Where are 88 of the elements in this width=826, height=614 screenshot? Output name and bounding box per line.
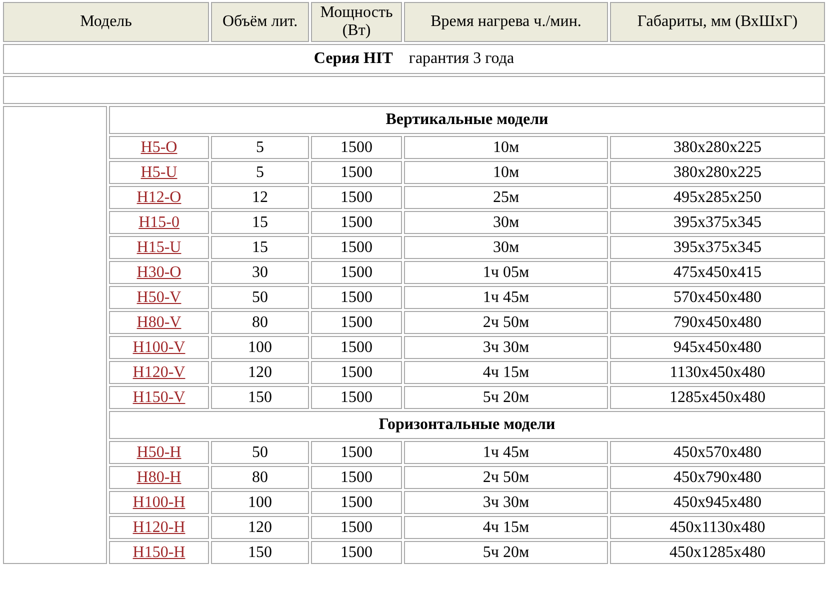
model-link[interactable]: H150-H [132, 544, 186, 560]
model-link[interactable]: H50-V [136, 288, 182, 306]
model-link[interactable]: H100-V [132, 338, 186, 356]
table-cell: 100 [211, 491, 310, 514]
table-cell: 3ч 30м [404, 336, 608, 359]
table-cell: 1500 [311, 261, 402, 284]
table-cell: 120 [211, 516, 310, 539]
table-cell: 450x1285x480 [610, 541, 825, 564]
table-cell: 30 [211, 261, 310, 284]
series-title: Серия HIT гарантия 3 года [314, 50, 514, 67]
table-cell: 450x790x480 [610, 466, 825, 489]
table-cell: 150 [211, 541, 310, 564]
table-cell: 30м [404, 236, 608, 259]
table-cell: 1ч 45м [404, 286, 608, 309]
table-cell: 1500 [311, 286, 402, 309]
column-header: Модель [3, 2, 210, 42]
table-cell: 5 [211, 161, 310, 184]
table-cell: 50 [211, 286, 310, 309]
table-cell: 120 [211, 361, 310, 384]
model-link[interactable]: H120-V [132, 364, 186, 380]
column-header: Время нагрева ч./мин. [404, 2, 608, 42]
table-cell: 5ч 20м [404, 541, 608, 564]
table-cell: 1500 [311, 491, 402, 514]
table-cell: 80 [211, 466, 310, 489]
table-cell: 1130x450x480 [610, 361, 825, 384]
table-cell: 1500 [311, 516, 402, 539]
table-cell: 10м [404, 136, 608, 159]
table-cell: 790x450x480 [610, 311, 825, 334]
table-cell: 570x450x480 [610, 286, 825, 309]
table-cell: 1500 [311, 311, 402, 334]
table-cell: 15 [211, 211, 310, 234]
table-cell: 945x450x480 [610, 336, 825, 359]
table-cell: 1ч 05м [404, 261, 608, 284]
model-link[interactable]: H150-V [132, 388, 186, 406]
table-cell: 5ч 20м [404, 386, 608, 409]
table-cell: 395x375x345 [610, 211, 825, 234]
table-cell: 380x280x225 [610, 136, 825, 159]
model-link[interactable]: H15-0 [138, 214, 180, 230]
table-cell: 2ч 50м [404, 311, 608, 334]
table-cell: 4ч 15м [404, 361, 608, 384]
model-link[interactable]: H80-H [136, 468, 182, 486]
model-link[interactable]: H50-H [136, 444, 182, 460]
model-link[interactable]: H100-H [132, 494, 186, 510]
table-cell: 5 [211, 136, 310, 159]
table-cell: 80 [211, 311, 310, 334]
table-cell: 1500 [311, 441, 402, 464]
table-cell: 2ч 50м [404, 466, 608, 489]
model-link[interactable]: H12-O [136, 188, 182, 206]
table-cell: 10м [404, 161, 608, 184]
table-cell: 1285x450x480 [610, 386, 825, 409]
table-cell: 1500 [311, 161, 402, 184]
column-header: Объём лит. [211, 2, 310, 42]
column-header: Мощность (Вт) [311, 2, 402, 42]
model-link[interactable]: H80-V [136, 314, 182, 330]
table-cell: 25м [404, 186, 608, 209]
table-cell: 1ч 45м [404, 441, 608, 464]
table-cell: 30м [404, 211, 608, 234]
model-link[interactable]: H30-O [136, 264, 182, 280]
table-cell: 1500 [311, 361, 402, 384]
table-cell: 4ч 15м [404, 516, 608, 539]
table-cell: 495x285x250 [610, 186, 825, 209]
table-cell: 1500 [311, 386, 402, 409]
table-cell: 450x945x480 [610, 491, 825, 514]
table-cell: 15 [211, 236, 310, 259]
table-cell: 50 [211, 441, 310, 464]
group-title: Горизонтальные модели [109, 411, 825, 439]
group-title: Вертикальные модели [109, 106, 825, 134]
table-cell: 475x450x415 [610, 261, 825, 284]
model-link[interactable]: H15-U [136, 238, 182, 256]
table-cell: 395x375x345 [610, 236, 825, 259]
column-header: Габариты, мм (ВхШхГ) [610, 2, 825, 42]
table-cell: 12 [211, 186, 310, 209]
table-cell: 1500 [311, 136, 402, 159]
table-cell: 3ч 30м [404, 491, 608, 514]
table-cell: 1500 [311, 236, 402, 259]
table-cell: 1500 [311, 541, 402, 564]
table-cell: 1500 [311, 211, 402, 234]
table-cell: 1500 [311, 336, 402, 359]
table-cell: 100 [211, 336, 310, 359]
model-link[interactable]: H5-O [140, 138, 178, 156]
model-link[interactable]: H5-U [140, 164, 178, 180]
table-cell: 450x1130x480 [610, 516, 825, 539]
table-cell: 1500 [311, 186, 402, 209]
table-cell: 1500 [311, 466, 402, 489]
model-link[interactable]: H120-H [132, 518, 186, 536]
table-cell: 380x280x225 [610, 161, 825, 184]
table-cell: 450x570x480 [610, 441, 825, 464]
table-cell: 150 [211, 386, 310, 409]
